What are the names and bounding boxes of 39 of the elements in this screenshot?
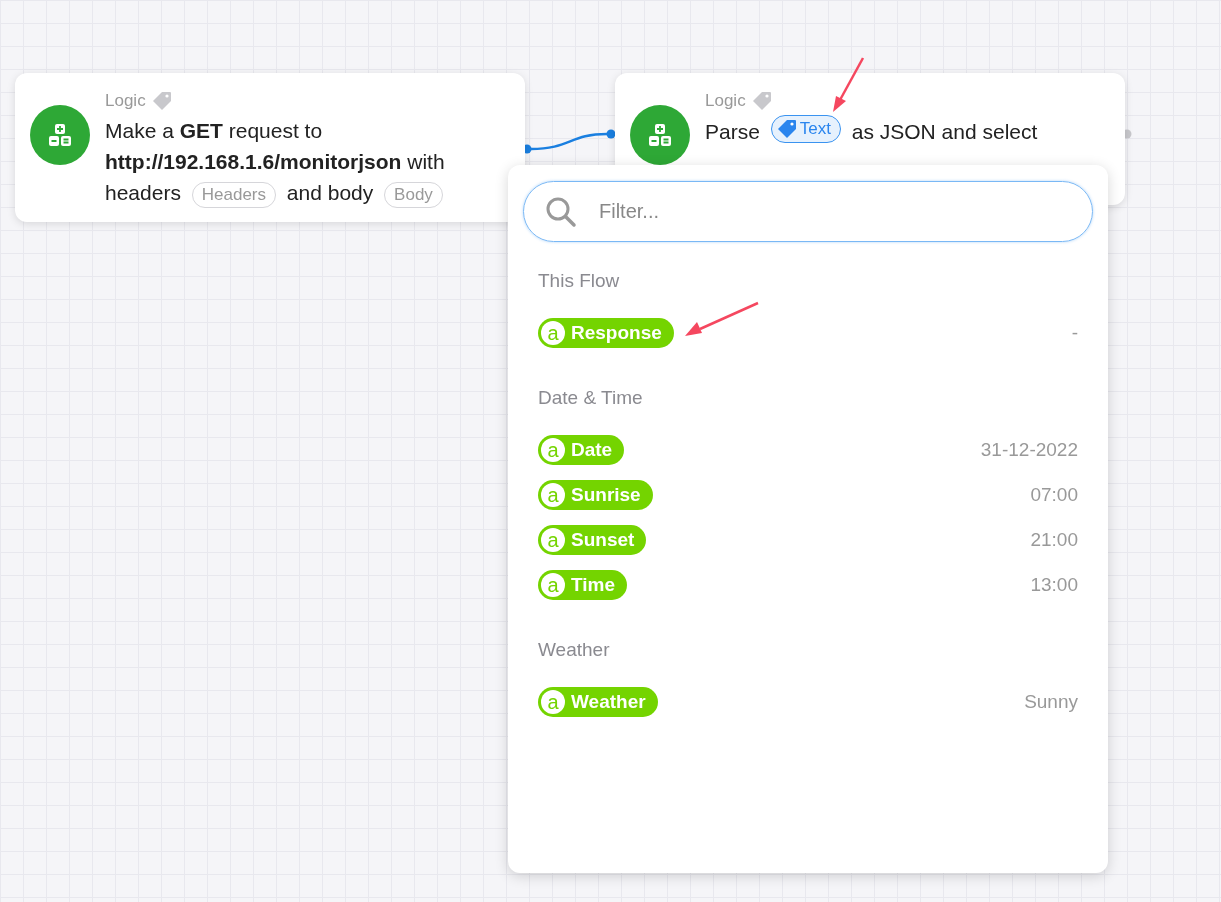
calculator-icon [48,123,72,147]
calculator-icon [648,123,672,147]
variable-value: 07:00 [1030,483,1078,506]
description-text: and body [286,181,374,204]
search-icon [545,196,577,228]
tag-icon [151,91,172,111]
section-heading: This Flow [538,270,621,292]
variable-type-icon: a [541,482,565,507]
variable-value: - [1071,321,1078,344]
description-text: http://192.168.1.6/monitorjson with [105,150,445,173]
variable-tag[interactable]: a Date [538,434,625,465]
variable-type-icon: a [541,320,565,345]
description-text: headers [105,181,181,204]
variable-type-icon: a [541,527,565,552]
description-text: as JSON and select [851,120,1038,143]
category-label: Logic [705,91,746,111]
filter-field[interactable]: Filter... [523,181,1093,242]
variable-type-icon: a [541,572,565,597]
variable-type-icon: a [541,689,565,714]
tag-chip[interactable]: Text [770,115,841,143]
variable-value: 21:00 [1030,528,1078,551]
variable-value: Sunny [1024,690,1078,713]
tag-icon [776,119,797,139]
variable-tag[interactable]: a Sunset [538,524,647,555]
variable-tag[interactable]: a Time [538,569,627,600]
variable-tag[interactable]: a Sunrise [538,479,653,510]
variable-tag[interactable]: a Response [538,317,674,348]
tag-icon [751,91,772,111]
section-heading: Date & Time [538,387,644,409]
input-port[interactable] [606,129,616,139]
annotation-arrow [833,57,865,112]
description-text: Make a GET request to [105,119,323,142]
variable-type-icon: a [541,437,565,462]
section-heading: Weather [538,639,611,661]
description-text: Parse [705,120,760,143]
variable-value: 13:00 [1030,573,1078,596]
category-label: Logic [105,91,146,111]
variable-value: 31-12-2022 [980,438,1078,461]
variable-tag[interactable]: a Weather [538,686,658,717]
